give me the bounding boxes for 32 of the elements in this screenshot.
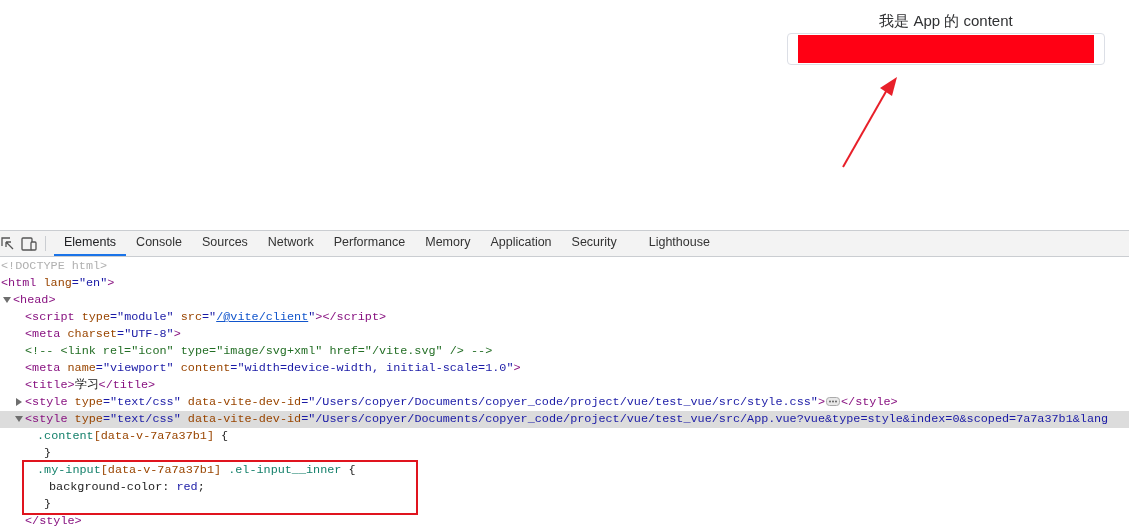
devtools-tab[interactable]: Memory <box>415 231 481 256</box>
devtools-tab[interactable]: Security <box>561 231 627 256</box>
devtools-tab[interactable]: Elements <box>54 231 127 256</box>
devtools-tab[interactable]: Application <box>480 231 562 256</box>
code-line[interactable]: } <box>37 497 52 511</box>
expanded-triangle-icon[interactable] <box>15 415 23 423</box>
ellipsis-icon[interactable] <box>826 397 840 407</box>
code-line[interactable]: <html lang="en"> <box>1 275 115 292</box>
inspect-icon[interactable] <box>1 236 15 251</box>
device-toolbar-icon[interactable] <box>21 236 37 251</box>
devtools-tab[interactable]: Sources <box>192 231 258 256</box>
expanded-triangle-icon[interactable] <box>3 296 11 304</box>
devtools-tab[interactable]: Lighthouse <box>626 231 720 256</box>
code-line[interactable]: .my-input[data-v-7a7a37b1] .el-input__inner { <box>37 462 356 479</box>
code-line[interactable]: <meta name="viewport" content="width=device-width, initial-scale=1.0"> <box>25 360 521 377</box>
content-text: 我是 App 的 content <box>879 11 1013 31</box>
devtools-tab[interactable]: Performance <box>323 231 416 256</box>
code-line[interactable]: <head> <box>13 292 56 309</box>
code-line[interactable]: <script type="module" src="/@vite/client"></script> <box>25 309 387 326</box>
devtools-tab[interactable]: Console <box>126 231 192 256</box>
link[interactable]: /@vite/client <box>216 310 309 324</box>
code-line[interactable]: <!-- <link rel="icon" type="image/svg+xml" href="/vite.svg" /> --> <box>25 343 493 360</box>
code-line[interactable]: } <box>37 446 52 460</box>
input-field[interactable] <box>787 33 1105 65</box>
code-line[interactable]: <title>学习</title> <box>25 377 156 394</box>
code-line[interactable]: </style> <box>25 514 82 528</box>
code-line[interactable]: .content[data-v-7a7a37b1] { <box>37 428 229 445</box>
code-line[interactable]: <style type="text/css" data-vite-dev-id="/Users/copyer/Documents/copyer_code/project/vue/test_vue/src/style.css"> </style> <box>25 394 898 411</box>
devtools-tab[interactable]: Network <box>257 231 324 256</box>
code-line[interactable]: <meta charset="UTF-8"> <box>25 326 181 343</box>
code-line[interactable]: background-color: red; <box>49 479 205 496</box>
collapsed-triangle-icon[interactable] <box>15 398 23 406</box>
